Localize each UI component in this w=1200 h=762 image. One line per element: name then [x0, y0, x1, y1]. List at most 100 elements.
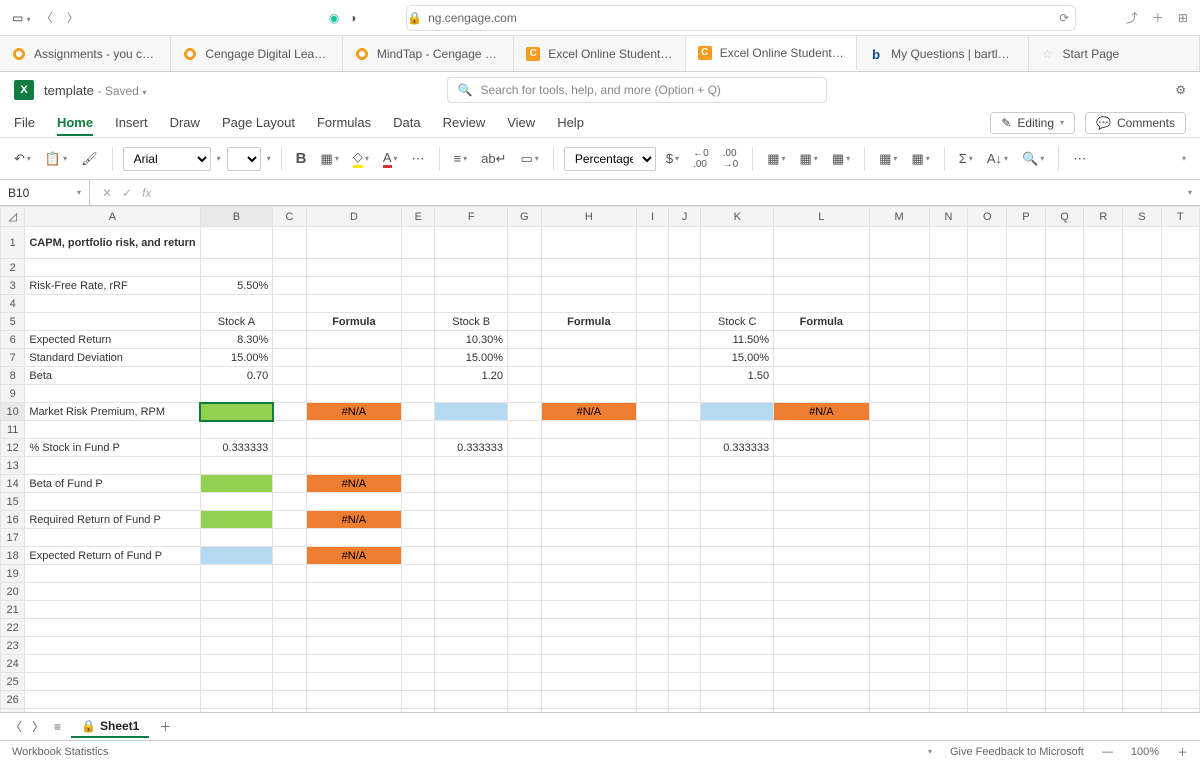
merge-button[interactable]: ▭▾: [517, 149, 543, 169]
cell-S7[interactable]: [1123, 349, 1161, 367]
cell-D6[interactable]: [306, 331, 401, 349]
cell-J16[interactable]: [668, 511, 701, 529]
cell-M16[interactable]: [869, 511, 929, 529]
cell-K20[interactable]: [701, 583, 774, 601]
cell-I22[interactable]: [637, 619, 669, 637]
cell-T17[interactable]: [1161, 529, 1199, 547]
cell-T8[interactable]: [1161, 367, 1199, 385]
cell-K22[interactable]: [701, 619, 774, 637]
name-box[interactable]: B10▾: [0, 180, 90, 205]
cell-R9[interactable]: [1084, 385, 1123, 403]
cell-E21[interactable]: [402, 601, 435, 619]
cell-O17[interactable]: [968, 529, 1007, 547]
col-header-A[interactable]: A: [25, 207, 200, 227]
row-header-14[interactable]: 14: [1, 475, 25, 493]
cell-K17[interactable]: [701, 529, 774, 547]
cell-M26[interactable]: [869, 691, 929, 709]
cell-K26[interactable]: [701, 691, 774, 709]
cell-N25[interactable]: [929, 673, 968, 691]
cell-D5[interactable]: Formula: [306, 313, 401, 331]
cell-L23[interactable]: [774, 637, 869, 655]
cell-G21[interactable]: [508, 601, 542, 619]
col-header-L[interactable]: L: [774, 207, 869, 227]
cell-J5[interactable]: [668, 313, 701, 331]
cell-M6[interactable]: [869, 331, 929, 349]
cell-G14[interactable]: [508, 475, 542, 493]
cell-C20[interactable]: [273, 583, 306, 601]
cell-A18[interactable]: Expected Return of Fund P: [25, 547, 200, 565]
cell-T2[interactable]: [1161, 259, 1199, 277]
select-all-cell[interactable]: ◿: [1, 207, 25, 227]
row-header-18[interactable]: 18: [1, 547, 25, 565]
cell-L6[interactable]: [774, 331, 869, 349]
cell-A25[interactable]: [25, 673, 200, 691]
cell-Q18[interactable]: [1045, 547, 1084, 565]
cell-I26[interactable]: [637, 691, 669, 709]
cell-M15[interactable]: [869, 493, 929, 511]
cell-K21[interactable]: [701, 601, 774, 619]
cell-M24[interactable]: [869, 655, 929, 673]
menu-draw[interactable]: Draw: [170, 115, 200, 130]
cell-F21[interactable]: [435, 601, 508, 619]
cell-E20[interactable]: [402, 583, 435, 601]
cell-I21[interactable]: [637, 601, 669, 619]
cell-N13[interactable]: [929, 457, 968, 475]
menu-review[interactable]: Review: [443, 115, 486, 130]
format-table-button[interactable]: ▦▾: [796, 149, 822, 169]
cell-D9[interactable]: [306, 385, 401, 403]
cell-K19[interactable]: [701, 565, 774, 583]
cell-F2[interactable]: [435, 259, 508, 277]
fx-icon[interactable]: fx: [142, 186, 151, 200]
cell-R7[interactable]: [1084, 349, 1123, 367]
cell-G20[interactable]: [508, 583, 542, 601]
cell-T5[interactable]: [1161, 313, 1199, 331]
cell-F5[interactable]: Stock B: [435, 313, 508, 331]
spreadsheet-grid[interactable]: ◿ABCDEFGHIJKLMNOPQRST1CAPM, portfolio ri…: [0, 206, 1200, 712]
cell-F26[interactable]: [435, 691, 508, 709]
feedback-link[interactable]: Give Feedback to Microsoft: [950, 746, 1084, 758]
cell-L19[interactable]: [774, 565, 869, 583]
cell-O3[interactable]: [968, 277, 1007, 295]
row-header-24[interactable]: 24: [1, 655, 25, 673]
cell-B22[interactable]: [200, 619, 273, 637]
cell-M20[interactable]: [869, 583, 929, 601]
row-header-19[interactable]: 19: [1, 565, 25, 583]
more-ribbon-button[interactable]: ⋯: [1069, 149, 1090, 169]
find-button[interactable]: 🔍▾: [1018, 149, 1048, 169]
cell-O14[interactable]: [968, 475, 1007, 493]
cell-G17[interactable]: [508, 529, 542, 547]
menu-file[interactable]: File: [14, 115, 35, 130]
row-header-5[interactable]: 5: [1, 313, 25, 331]
cell-P19[interactable]: [1007, 565, 1045, 583]
cell-H3[interactable]: [541, 277, 636, 295]
cell-C17[interactable]: [273, 529, 306, 547]
cell-N1[interactable]: [929, 227, 968, 259]
row-header-20[interactable]: 20: [1, 583, 25, 601]
cell-F6[interactable]: 10.30%: [435, 331, 508, 349]
cell-T25[interactable]: [1161, 673, 1199, 691]
cell-A15[interactable]: [25, 493, 200, 511]
cell-E19[interactable]: [402, 565, 435, 583]
cancel-formula-icon[interactable]: ✕: [102, 186, 112, 200]
cell-S10[interactable]: [1123, 403, 1161, 421]
cell-E4[interactable]: [402, 295, 435, 313]
cell-H25[interactable]: [541, 673, 636, 691]
status-menu-icon[interactable]: ▾: [928, 747, 932, 756]
cell-T14[interactable]: [1161, 475, 1199, 493]
cell-C9[interactable]: [273, 385, 306, 403]
cell-G16[interactable]: [508, 511, 542, 529]
cell-I14[interactable]: [637, 475, 669, 493]
cell-I18[interactable]: [637, 547, 669, 565]
cell-O11[interactable]: [968, 421, 1007, 439]
add-icon[interactable]: ＋: [1152, 9, 1164, 26]
cell-N10[interactable]: [929, 403, 968, 421]
cell-T9[interactable]: [1161, 385, 1199, 403]
cell-S14[interactable]: [1123, 475, 1161, 493]
cell-H11[interactable]: [541, 421, 636, 439]
cell-I4[interactable]: [637, 295, 669, 313]
cell-P3[interactable]: [1007, 277, 1045, 295]
cell-M12[interactable]: [869, 439, 929, 457]
cell-C18[interactable]: [273, 547, 306, 565]
cell-J14[interactable]: [668, 475, 701, 493]
cell-S18[interactable]: [1123, 547, 1161, 565]
